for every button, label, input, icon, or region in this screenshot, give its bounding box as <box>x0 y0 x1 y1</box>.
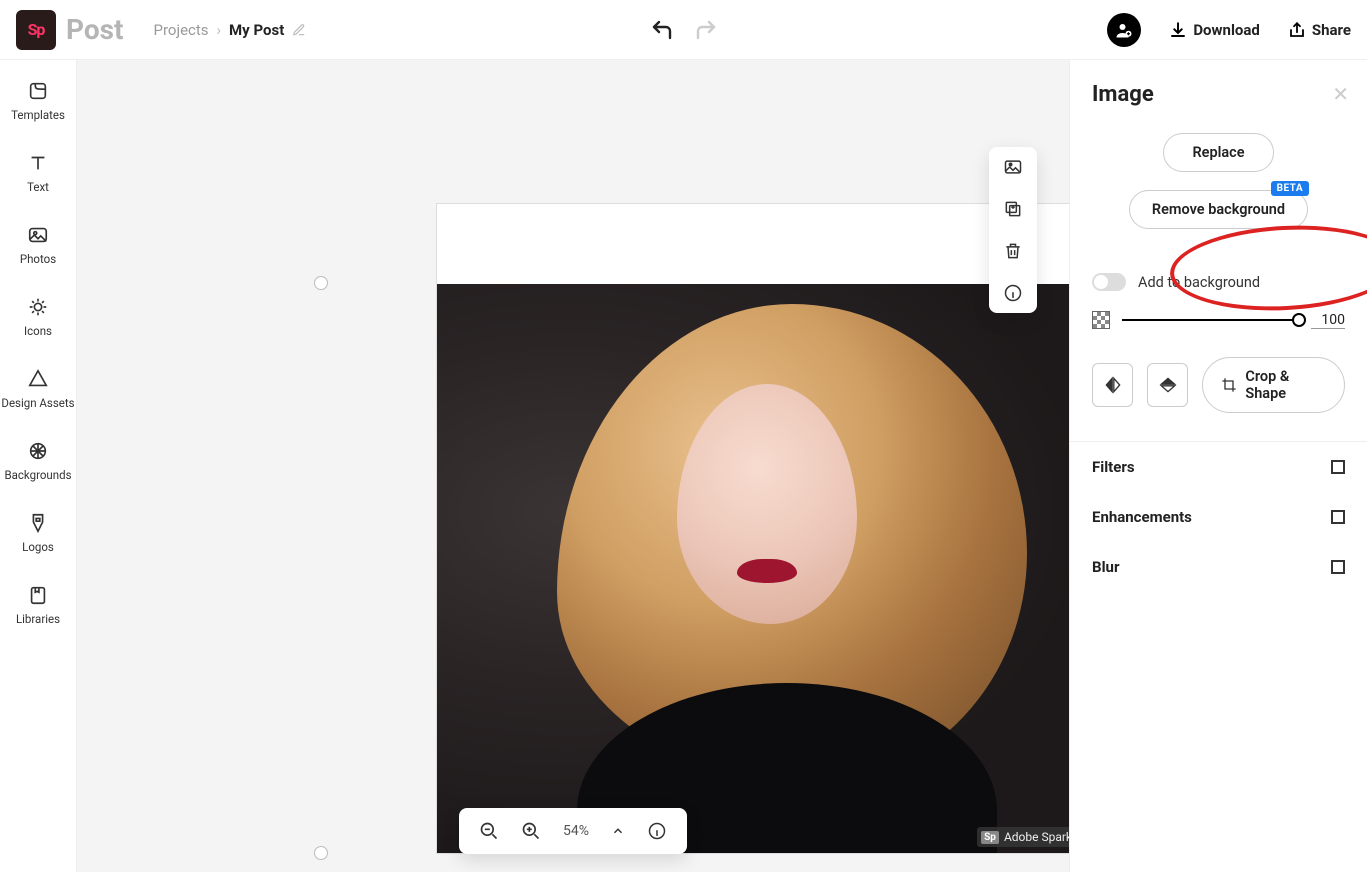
top-bar: Sp Post Projects › My Post Download <box>0 0 1367 60</box>
rail-logos[interactable]: Logos <box>0 512 76 554</box>
brand-name: Post <box>66 13 124 46</box>
zoom-level[interactable]: 54% <box>563 823 589 839</box>
zoom-out-button[interactable] <box>479 821 499 841</box>
crop-shape-label: Crop & Shape <box>1245 368 1326 402</box>
selected-image[interactable]: Sp Adobe Spark <box>437 284 1086 853</box>
opacity-value[interactable]: 100 <box>1311 312 1345 329</box>
breadcrumb-current: My Post <box>229 21 284 39</box>
properties-panel: Image ✕ Replace Remove background BETA A… <box>1069 60 1367 872</box>
download-label: Download <box>1193 21 1260 39</box>
download-icon <box>1169 21 1187 39</box>
watermark-badge: Sp <box>981 831 999 844</box>
share-label: Share <box>1312 21 1351 39</box>
rail-templates[interactable]: Templates <box>0 80 76 122</box>
add-to-background-toggle[interactable] <box>1092 273 1126 291</box>
rail-label: Logos <box>22 540 54 554</box>
zoom-in-button[interactable] <box>521 821 541 841</box>
panel-title: Image <box>1092 82 1345 107</box>
undo-button[interactable] <box>650 18 674 42</box>
breadcrumb-root-link[interactable]: Projects <box>154 21 209 39</box>
rail-design-assets[interactable]: Design Assets <box>0 368 76 410</box>
context-toolbar <box>989 147 1037 313</box>
backgrounds-icon <box>27 440 49 462</box>
crop-icon <box>1221 377 1237 393</box>
redo-button[interactable] <box>694 18 718 42</box>
chevron-right-icon: › <box>217 21 222 39</box>
invite-button[interactable] <box>1107 13 1141 47</box>
text-icon <box>27 152 49 174</box>
icons-icon <box>27 296 49 318</box>
zoom-bar: 54% <box>459 808 687 854</box>
close-panel-button[interactable]: ✕ <box>1332 82 1349 106</box>
blur-label: Blur <box>1092 558 1119 576</box>
libraries-icon <box>27 584 49 606</box>
resize-handle-bl[interactable] <box>315 847 327 859</box>
filters-label: Filters <box>1092 458 1135 476</box>
design-assets-icon <box>27 368 49 390</box>
share-icon <box>1288 21 1306 39</box>
rail-photos[interactable]: Photos <box>0 224 76 266</box>
rail-libraries[interactable]: Libraries <box>0 584 76 626</box>
app-logo[interactable]: Sp <box>16 10 56 50</box>
rail-label: Icons <box>24 324 52 338</box>
replace-label: Replace <box>1192 144 1244 161</box>
duplicate-icon[interactable] <box>1003 199 1023 219</box>
rail-label: Templates <box>11 108 65 122</box>
replace-button[interactable]: Replace <box>1163 133 1273 172</box>
delete-icon[interactable] <box>1003 241 1023 261</box>
resize-handle-tl[interactable] <box>315 277 327 289</box>
beta-badge: BETA <box>1271 181 1310 196</box>
watermark-text: Adobe Spark <box>1004 830 1072 844</box>
image-placeholder-lips <box>737 559 797 583</box>
edit-title-icon[interactable] <box>292 23 306 37</box>
expand-icon <box>1331 460 1345 474</box>
opacity-slider[interactable] <box>1122 319 1299 321</box>
expand-icon <box>1331 560 1345 574</box>
breadcrumb: Projects › My Post <box>154 21 307 39</box>
info-icon[interactable] <box>1003 283 1023 303</box>
canvas-area[interactable]: Sp Adobe Spark <box>77 60 1069 872</box>
photos-icon <box>27 224 49 246</box>
rail-label: Libraries <box>16 612 60 626</box>
logos-icon <box>27 512 49 534</box>
zoom-menu-chevron-up-icon[interactable] <box>611 824 625 838</box>
share-button[interactable]: Share <box>1288 21 1351 39</box>
rail-backgrounds[interactable]: Backgrounds <box>0 440 76 482</box>
expand-icon <box>1331 510 1345 524</box>
crop-shape-button[interactable]: Crop & Shape <box>1202 357 1345 413</box>
rail-label: Backgrounds <box>4 468 71 482</box>
rail-text[interactable]: Text <box>0 152 76 194</box>
rail-label: Text <box>27 180 49 194</box>
flip-horizontal-button[interactable] <box>1092 363 1133 407</box>
annotation-circle <box>1168 220 1367 316</box>
rail-icons[interactable]: Icons <box>0 296 76 338</box>
topbar-actions: Download Share <box>1107 13 1351 47</box>
templates-icon <box>27 80 49 102</box>
blur-section[interactable]: Blur <box>1092 542 1345 592</box>
left-rail: Templates Text Photos Icons Design Asset… <box>0 60 77 872</box>
history-tools <box>650 18 718 42</box>
app-logo-text: Sp <box>28 20 45 39</box>
filters-section[interactable]: Filters <box>1092 442 1345 492</box>
enhancements-section[interactable]: Enhancements <box>1092 492 1345 542</box>
enhancements-label: Enhancements <box>1092 508 1192 526</box>
add-to-background-label: Add to background <box>1138 274 1260 291</box>
flip-vertical-button[interactable] <box>1147 363 1188 407</box>
canvas-info-icon[interactable] <box>647 821 667 841</box>
opacity-slider-knob[interactable] <box>1292 313 1306 327</box>
rail-label: Photos <box>20 252 56 266</box>
remove-bg-label: Remove background <box>1152 201 1285 218</box>
remove-background-button[interactable]: Remove background BETA <box>1129 190 1308 229</box>
rail-label: Design Assets <box>1 396 74 410</box>
watermark[interactable]: Sp Adobe Spark <box>977 827 1080 847</box>
opacity-icon <box>1092 311 1110 329</box>
download-button[interactable]: Download <box>1169 21 1260 39</box>
image-fill-icon[interactable] <box>1003 157 1023 177</box>
